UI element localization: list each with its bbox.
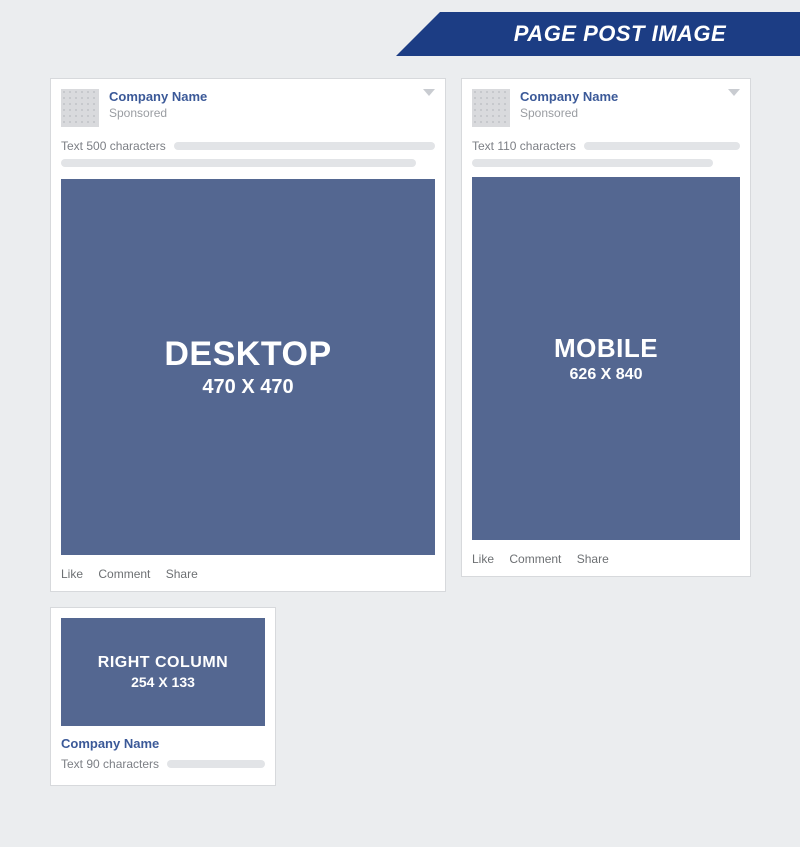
page-banner: PAGE POST IMAGE: [440, 12, 800, 56]
post-actions: Like Comment Share: [61, 567, 435, 581]
right-column-card: RIGHT COLUMN 254 X 133 Company Name Text…: [50, 607, 276, 786]
mobile-image-placeholder: MOBILE 626 X 840: [472, 177, 740, 540]
company-name[interactable]: Company Name: [109, 89, 207, 104]
comment-button[interactable]: Comment: [509, 552, 561, 566]
share-button[interactable]: Share: [166, 567, 198, 581]
image-label: MOBILE: [554, 333, 658, 364]
text-limit-label: Text 110 characters: [472, 139, 576, 153]
image-dimensions: 470 X 470: [202, 376, 293, 399]
sponsored-label: Sponsored: [520, 106, 618, 120]
like-button[interactable]: Like: [61, 567, 83, 581]
share-button[interactable]: Share: [577, 552, 609, 566]
text-limit-label: Text 90 characters: [61, 757, 159, 771]
chevron-down-icon[interactable]: [728, 89, 740, 96]
image-label: DESKTOP: [164, 335, 331, 374]
page-banner-title: PAGE POST IMAGE: [514, 21, 726, 46]
image-dimensions: 626 X 840: [570, 366, 643, 384]
placeholder-bar: [174, 142, 435, 150]
like-button[interactable]: Like: [472, 552, 494, 566]
post-actions: Like Comment Share: [472, 552, 740, 566]
mobile-card: Company Name Sponsored Text 110 characte…: [461, 78, 751, 577]
comment-button[interactable]: Comment: [98, 567, 150, 581]
placeholder-bar: [61, 159, 416, 167]
placeholder-bar: [472, 159, 713, 167]
desktop-image-placeholder: DESKTOP 470 X 470: [61, 179, 435, 555]
image-label: RIGHT COLUMN: [98, 654, 228, 672]
desktop-card: Company Name Sponsored Text 500 characte…: [50, 78, 446, 592]
avatar: [61, 89, 99, 127]
text-limit-label: Text 500 characters: [61, 139, 166, 153]
chevron-down-icon[interactable]: [423, 89, 435, 96]
right-column-image-placeholder: RIGHT COLUMN 254 X 133: [61, 618, 265, 726]
company-name[interactable]: Company Name: [520, 89, 618, 104]
avatar: [472, 89, 510, 127]
sponsored-label: Sponsored: [109, 106, 207, 120]
placeholder-bar: [584, 142, 740, 150]
company-name[interactable]: Company Name: [61, 736, 265, 751]
image-dimensions: 254 X 133: [131, 674, 195, 690]
placeholder-bar: [167, 760, 265, 768]
